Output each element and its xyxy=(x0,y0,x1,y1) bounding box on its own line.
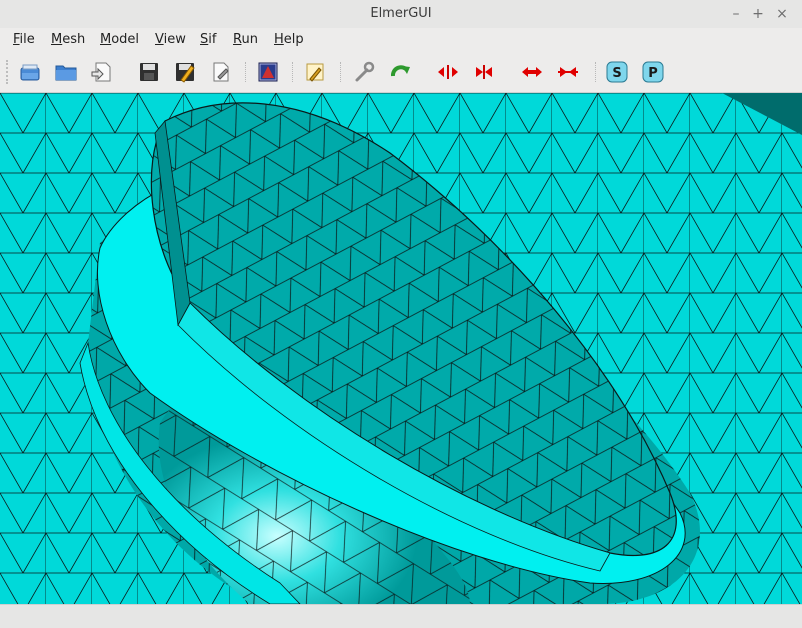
menu-mesh[interactable]: Mesh xyxy=(51,32,85,47)
solver-s-icon[interactable]: S xyxy=(605,60,629,84)
menu-sif[interactable]: Sif xyxy=(200,32,216,47)
unify-surface-icon[interactable] xyxy=(436,60,460,84)
edit-icon[interactable] xyxy=(303,60,327,84)
close-button[interactable]: × xyxy=(772,4,792,24)
title-bar: ElmerGUI – + × xyxy=(0,0,802,29)
divide-edge-icon[interactable] xyxy=(556,60,580,84)
toolbar-handle[interactable] xyxy=(6,60,10,84)
load-project-icon[interactable] xyxy=(90,60,114,84)
settings-wrench-icon[interactable] xyxy=(352,60,376,84)
menu-help[interactable]: Help xyxy=(274,32,304,47)
menu-file[interactable]: File xyxy=(13,32,35,47)
menu-view[interactable]: View xyxy=(155,32,186,47)
generate-mesh-icon[interactable] xyxy=(256,60,280,84)
mesh-render[interactable] xyxy=(0,93,802,604)
maximize-button[interactable]: + xyxy=(748,4,768,24)
toolbar-separator xyxy=(340,62,342,82)
solver-letter: S xyxy=(612,66,621,81)
postprocessor-p-icon[interactable]: P xyxy=(641,60,665,84)
minimize-button[interactable]: – xyxy=(726,4,746,24)
redo-icon[interactable] xyxy=(389,60,413,84)
edit-sif-icon[interactable] xyxy=(209,60,233,84)
window-title: ElmerGUI xyxy=(370,6,432,21)
menu-model[interactable]: Model xyxy=(100,32,139,47)
save-icon[interactable] xyxy=(137,60,161,84)
post-letter: P xyxy=(648,66,658,81)
folder-icon[interactable] xyxy=(54,60,78,84)
toolbar: S P xyxy=(0,52,802,93)
toolbar-separator xyxy=(292,62,294,82)
open-icon[interactable] xyxy=(18,60,42,84)
toolbar-separator xyxy=(245,62,247,82)
menu-bar: File Mesh Model View Sif Run Help xyxy=(0,28,802,52)
3d-mesh-viewport[interactable] xyxy=(0,93,802,604)
unify-edge-icon[interactable] xyxy=(472,60,496,84)
save-as-icon[interactable] xyxy=(173,60,197,84)
menu-run[interactable]: Run xyxy=(233,32,258,47)
divide-surface-icon[interactable] xyxy=(520,60,544,84)
toolbar-separator xyxy=(595,62,597,82)
status-bar xyxy=(0,604,802,628)
